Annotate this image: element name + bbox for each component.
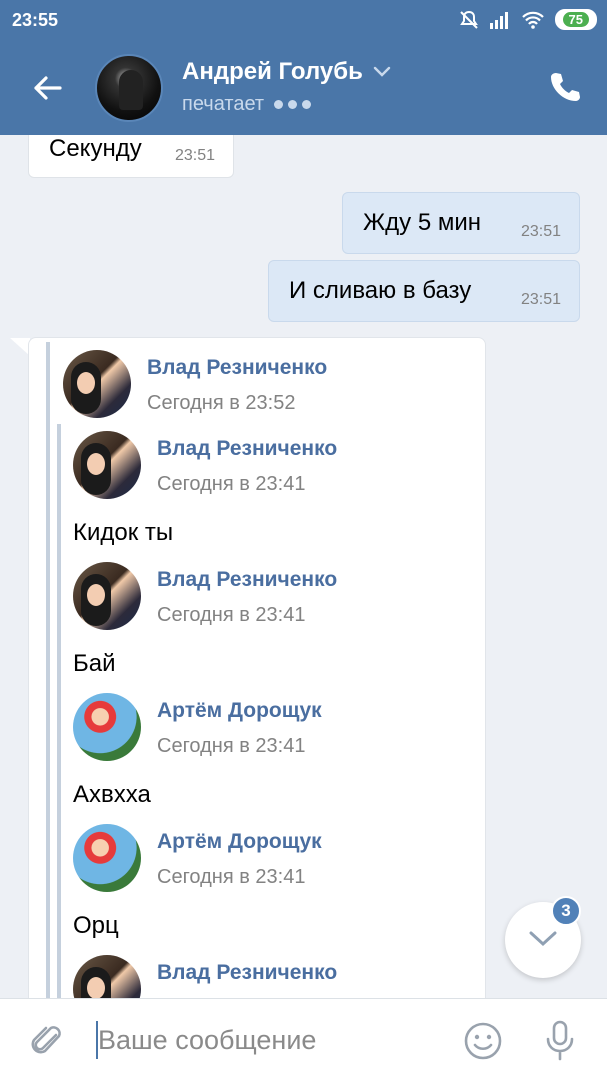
avatar[interactable] bbox=[73, 824, 141, 892]
forward-author[interactable]: Артём Дорощук bbox=[157, 699, 322, 723]
chat-name: Андрей Голубь bbox=[182, 58, 363, 85]
forward-line bbox=[46, 342, 50, 1016]
message-outgoing[interactable]: И сливаю в базу 23:51 bbox=[268, 260, 580, 322]
chevron-down-icon bbox=[373, 66, 391, 77]
phone-icon bbox=[551, 73, 580, 101]
message-text: И сливаю в базу bbox=[289, 277, 472, 304]
back-button[interactable] bbox=[30, 70, 66, 106]
bell-off-icon bbox=[459, 10, 478, 29]
chat-title[interactable]: Андрей Голубь bbox=[182, 58, 391, 86]
message-time: 23:51 bbox=[174, 147, 215, 164]
attach-button[interactable] bbox=[30, 1021, 66, 1061]
message-time: 23:51 bbox=[520, 291, 561, 308]
typing-dots-icon bbox=[274, 100, 312, 109]
forward-author[interactable]: Влад Резниченко bbox=[157, 961, 337, 985]
message-input[interactable] bbox=[98, 1019, 438, 1061]
avatar[interactable] bbox=[63, 350, 131, 418]
voice-message-button[interactable] bbox=[543, 1019, 577, 1063]
forward-author[interactable]: Артём Дорощук bbox=[157, 830, 322, 854]
bubble-tail bbox=[10, 338, 30, 356]
smile-icon bbox=[464, 1022, 502, 1060]
forward-author[interactable]: Влад Резниченко bbox=[157, 568, 337, 592]
battery-icon: 75 bbox=[554, 9, 597, 30]
forward-text: Орц bbox=[73, 912, 119, 939]
status-time: 23:55 bbox=[12, 10, 59, 30]
forward-date: Сегодня в 23:41 bbox=[157, 473, 306, 495]
chat-avatar[interactable] bbox=[95, 54, 163, 122]
wifi-icon bbox=[521, 11, 544, 29]
forward-text: Ахвхха bbox=[73, 781, 151, 808]
forward-date: Сегодня в 23:41 bbox=[157, 604, 306, 626]
forward-line-nested bbox=[57, 424, 61, 1016]
avatar[interactable] bbox=[73, 693, 141, 761]
chevron-down-icon bbox=[529, 931, 557, 947]
message-text: Секунду bbox=[49, 135, 142, 162]
typing-status: печатает bbox=[182, 93, 312, 116]
forward-date: Сегодня в 23:41 bbox=[157, 735, 306, 757]
paperclip-icon bbox=[31, 1026, 61, 1054]
arrow-left-icon bbox=[34, 76, 62, 100]
forward-date: Сегодня в 23:41 bbox=[157, 866, 306, 888]
forward-author[interactable]: Влад Резниченко bbox=[157, 437, 337, 461]
avatar[interactable] bbox=[73, 562, 141, 630]
status-icons: 75 bbox=[459, 9, 597, 30]
call-button[interactable] bbox=[548, 70, 582, 104]
forwarded-message[interactable]: Влад Резниченко Сегодня в 23:52 Влад Рез… bbox=[28, 337, 486, 1017]
avatar[interactable] bbox=[73, 431, 141, 499]
forward-text: Кидок ты bbox=[73, 519, 174, 546]
message-outgoing[interactable]: Жду 5 мин 23:51 bbox=[342, 192, 580, 254]
message-time: 23:51 bbox=[520, 223, 561, 240]
app-header: 23:55 75 Андрей Голубь печатает bbox=[0, 0, 607, 135]
forward-author[interactable]: Влад Резниченко bbox=[147, 356, 327, 380]
typing-label: печатает bbox=[182, 93, 265, 115]
microphone-icon bbox=[546, 1020, 574, 1061]
message-composer bbox=[0, 998, 607, 1080]
emoji-button[interactable] bbox=[463, 1021, 503, 1061]
signal-icon bbox=[489, 11, 508, 29]
forward-date: Сегодня в 23:52 bbox=[147, 392, 296, 414]
message-text: Жду 5 мин bbox=[363, 209, 482, 236]
unread-count-badge: 3 bbox=[551, 896, 581, 926]
forward-text: Бай bbox=[73, 650, 116, 677]
